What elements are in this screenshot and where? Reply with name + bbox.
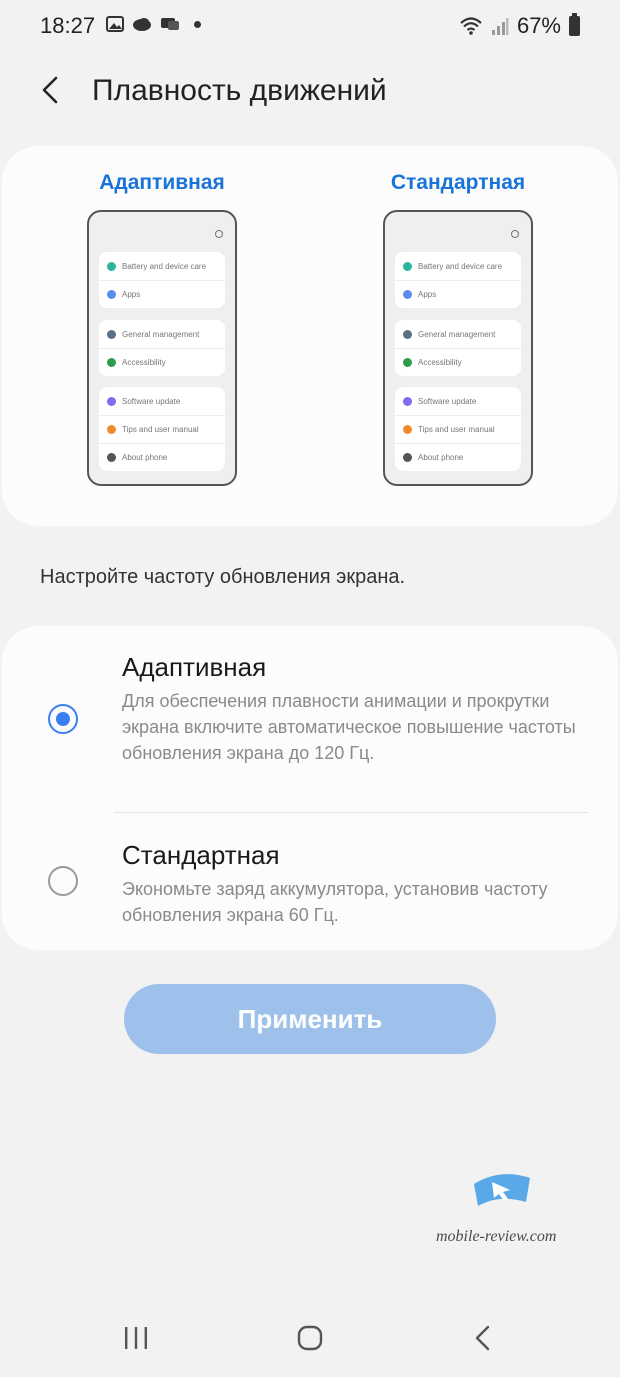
- home-icon[interactable]: [290, 1318, 330, 1358]
- apps-icon: [107, 290, 116, 299]
- preview-group: General management Accessibility: [99, 320, 225, 376]
- preview-group: Software update Tips and user manual Abo…: [99, 387, 225, 471]
- more-notifications-dot: [194, 20, 201, 28]
- list-item: Tips and user manual: [395, 415, 521, 443]
- section-subtitle: Настройте частоту обновления экрана.: [40, 566, 406, 588]
- watermark: mobile-review.com: [436, 1168, 566, 1248]
- list-item: Software update: [99, 387, 225, 415]
- list-item: About phone: [395, 443, 521, 471]
- about-phone-icon: [403, 453, 412, 462]
- radio-adaptive[interactable]: [48, 704, 78, 734]
- accessibility-icon: [107, 358, 116, 367]
- option-desc-adaptive: Для обеспечения плавности анимации и про…: [122, 691, 576, 763]
- list-item: Battery and device care: [99, 252, 225, 280]
- apps-icon: [403, 290, 412, 299]
- back-nav-icon[interactable]: [464, 1318, 504, 1358]
- battery-icon: [569, 13, 580, 36]
- recent-apps-icon[interactable]: [116, 1318, 156, 1358]
- accessibility-icon: [403, 358, 412, 367]
- tips-icon: [403, 425, 412, 434]
- preview-standard: Стандартная Battery and device care Apps…: [368, 168, 548, 486]
- gallery-icon: [106, 16, 124, 32]
- list-item: Accessibility: [395, 348, 521, 376]
- preview-adaptive: Адаптивная Battery and device care Apps …: [72, 168, 252, 486]
- wifi-icon: [460, 17, 482, 35]
- about-phone-icon: [107, 453, 116, 462]
- preview-label-adaptive: Адаптивная: [99, 171, 225, 194]
- search-icon: [215, 230, 223, 238]
- status-time: 18:27: [40, 13, 96, 38]
- phone-preview-standard: Battery and device care Apps General man…: [383, 210, 533, 486]
- list-item: General management: [99, 320, 225, 348]
- navigation-bar: [0, 1296, 620, 1377]
- status-bar: 18:27 67%: [0, 0, 620, 54]
- search-icon: [511, 230, 519, 238]
- software-update-icon: [403, 396, 412, 406]
- signal-icon: [491, 18, 509, 35]
- phone-preview-adaptive: Battery and device care Apps General man…: [87, 210, 237, 486]
- battery-care-icon: [107, 261, 116, 271]
- tips-icon: [107, 425, 116, 434]
- radio-standard[interactable]: [48, 866, 78, 896]
- preview-group: Software update Tips and user manual Abo…: [395, 387, 521, 471]
- list-item: Accessibility: [99, 348, 225, 376]
- preview-group: Battery and device care Apps: [395, 252, 521, 308]
- chat-icon: [161, 18, 179, 30]
- list-item: Battery and device care: [395, 252, 521, 280]
- page-title: Плавность движений: [92, 74, 387, 107]
- list-item: Software update: [395, 387, 521, 415]
- list-item: Tips and user manual: [99, 415, 225, 443]
- battery-care-icon: [403, 261, 412, 271]
- preview-group: General management Accessibility: [395, 320, 521, 376]
- refresh-rate-options: Адаптивная Для обеспечения плавности ани…: [2, 626, 618, 950]
- preview-label-standard: Стандартная: [390, 171, 526, 194]
- watermark-text: mobile-review.com: [436, 1228, 557, 1245]
- watermark-logo-icon: [474, 1174, 530, 1206]
- option-title-standard: Стандартная: [122, 840, 280, 870]
- software-update-icon: [107, 396, 116, 406]
- back-icon[interactable]: [34, 72, 70, 108]
- cloud-icon: [133, 18, 151, 31]
- general-management-icon: [107, 329, 116, 339]
- option-desc-standard: Экономьте заряд аккумулятора, установив …: [122, 879, 548, 925]
- status-right: 67%: [459, 13, 580, 39]
- header: Плавность движений: [0, 60, 620, 122]
- general-management-icon: [403, 329, 412, 339]
- divider: [114, 812, 588, 813]
- list-item: Apps: [395, 280, 521, 308]
- list-item: About phone: [99, 443, 225, 471]
- preview-group: Battery and device care Apps: [99, 252, 225, 308]
- notification-icons: [106, 16, 201, 32]
- preview-card: Адаптивная Battery and device care Apps …: [2, 146, 618, 526]
- battery-percent: 67%: [516, 13, 561, 38]
- option-title-adaptive: Адаптивная: [122, 652, 267, 682]
- apply-button[interactable]: Применить: [124, 984, 496, 1054]
- list-item: Apps: [99, 280, 225, 308]
- list-item: General management: [395, 320, 521, 348]
